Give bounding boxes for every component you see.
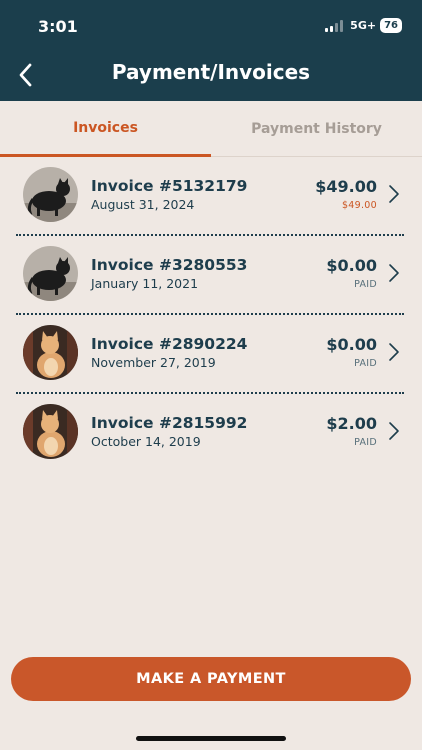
invoice-title: Invoice #3280553: [91, 256, 248, 274]
chevron-right-icon: [389, 264, 399, 282]
top-bar: 3:01 5G+ 76 Payment/Invoices: [0, 0, 422, 101]
network-label: 5G+: [350, 19, 377, 32]
invoice-list: Invoice #5132179 August 31, 2024 $49.00 …: [0, 157, 422, 473]
invoice-row[interactable]: Invoice #3280553 January 11, 2021 $0.00 …: [0, 236, 422, 315]
tab-payment-history[interactable]: Payment History: [211, 101, 422, 157]
invoice-status: PAID: [354, 358, 377, 369]
page-title: Payment/Invoices: [111, 60, 311, 84]
pet-avatar-orange-cat: [23, 404, 78, 459]
battery-icon: 76: [380, 18, 402, 33]
status-icons: 5G+ 76: [325, 18, 402, 33]
invoice-amount: $2.00: [326, 414, 377, 433]
invoice-row[interactable]: Invoice #2815992 October 14, 2019 $2.00 …: [0, 394, 422, 473]
chevron-right-icon: [389, 422, 399, 440]
tab-bar: Invoices Payment History: [0, 101, 422, 157]
invoice-amount: $0.00: [326, 256, 377, 275]
pet-avatar-orange-cat: [23, 325, 78, 380]
pet-avatar-black-cat: [23, 246, 78, 301]
invoice-date: January 11, 2021: [91, 276, 199, 291]
invoice-title: Invoice #2815992: [91, 414, 248, 432]
invoice-balance-due: $49.00: [341, 200, 377, 211]
make-payment-button[interactable]: MAKE A PAYMENT: [11, 657, 411, 701]
invoice-title: Invoice #2890224: [91, 335, 248, 353]
invoice-row[interactable]: Invoice #2890224 November 27, 2019 $0.00…: [0, 315, 422, 394]
pet-avatar-black-cat: [23, 167, 78, 222]
invoice-row[interactable]: Invoice #5132179 August 31, 2024 $49.00 …: [0, 157, 422, 236]
tab-invoices[interactable]: Invoices: [0, 101, 211, 157]
invoice-amount: $49.00: [315, 177, 377, 196]
chevron-right-icon: [389, 185, 399, 203]
invoice-amount: $0.00: [326, 335, 377, 354]
invoice-date: October 14, 2019: [91, 434, 201, 449]
home-indicator: [136, 736, 286, 741]
chevron-right-icon: [389, 343, 399, 361]
status-time: 3:01: [38, 17, 78, 36]
invoice-status: PAID: [354, 279, 377, 290]
invoice-date: November 27, 2019: [91, 355, 216, 370]
signal-icon: [325, 19, 344, 32]
invoice-status: PAID: [354, 437, 377, 448]
invoice-date: August 31, 2024: [91, 197, 195, 212]
invoice-title: Invoice #5132179: [91, 177, 248, 195]
